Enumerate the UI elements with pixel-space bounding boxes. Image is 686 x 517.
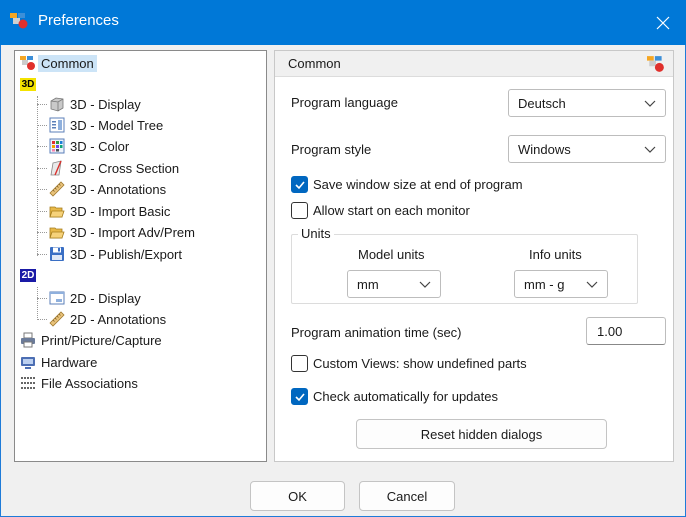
common-prefs-icon — [20, 55, 36, 71]
check-updates-checkbox[interactable]: Check automatically for updates — [291, 388, 498, 405]
tree-item-print-picture-capture[interactable]: Print/Picture/Capture — [20, 330, 162, 350]
tree-item-label: 3D - Model Tree — [70, 117, 164, 133]
file-associations-icon — [20, 375, 36, 391]
tree-item-3d[interactable]: 3D — [20, 74, 36, 94]
model-units-select[interactable]: mm — [347, 270, 441, 298]
tree-item-label: Common — [38, 54, 97, 72]
info-units-value: mm - g — [524, 277, 565, 292]
tree-item-label: 3D - Publish/Export — [70, 246, 182, 262]
folder-open-icon — [49, 203, 65, 219]
save-window-size-label: Save window size at end of program — [313, 177, 523, 192]
tree-item-3d-model-tree[interactable]: 3D - Model Tree — [49, 115, 163, 135]
panel-header: Common — [275, 51, 673, 77]
category-tree[interactable]: Common 3D 3D - Display 3D - Model Tree 3… — [14, 50, 267, 462]
tree-item-label: 3D - Color — [70, 138, 130, 154]
chevron-down-icon — [644, 100, 656, 107]
tree-item-label: 3D - Display — [70, 96, 141, 112]
checkbox-checked-icon — [291, 388, 308, 405]
tree-item-3d-import-basic[interactable]: 3D - Import Basic — [49, 201, 170, 221]
app-icon — [10, 12, 30, 30]
ok-button[interactable]: OK — [250, 481, 345, 511]
program-style-select[interactable]: Windows — [508, 135, 666, 163]
cube-icon — [49, 96, 65, 112]
custom-views-label: Custom Views: show undefined parts — [313, 356, 527, 371]
program-style-label: Program style — [291, 142, 372, 157]
hardware-icon — [20, 354, 36, 370]
2d-badge-icon: 2D — [20, 268, 36, 282]
program-style-value: Windows — [518, 142, 571, 157]
program-language-select[interactable]: Deutsch — [508, 89, 666, 117]
tree-item-label: 2D - Annotations — [70, 311, 167, 327]
close-icon — [656, 16, 670, 29]
tree-item-2d-annotations[interactable]: 2D - Annotations — [49, 309, 166, 329]
ruler-icon — [49, 181, 65, 197]
chevron-down-icon — [586, 281, 598, 288]
program-language-label: Program language — [291, 95, 398, 110]
animation-time-input[interactable]: 1.00 — [586, 317, 666, 345]
animation-time-value: 1.00 — [597, 324, 623, 339]
tree-item-label: 3D - Import Adv/Prem — [70, 224, 195, 240]
model-units-label: Model units — [358, 247, 425, 262]
tree-item-3d-import-adv-prem[interactable]: 3D - Import Adv/Prem — [49, 222, 195, 242]
chevron-down-icon — [644, 146, 656, 153]
checkbox-unchecked-icon — [291, 355, 308, 372]
tree-item-label: 2D - Display — [70, 290, 141, 306]
tree-item-2d[interactable]: 2D — [20, 265, 36, 285]
tree-item-file-associations[interactable]: File Associations — [20, 373, 138, 393]
tree-item-label: Hardware — [41, 354, 98, 370]
animation-time-label: Program animation time (sec) — [291, 325, 462, 340]
common-prefs-icon — [647, 55, 665, 73]
checkbox-checked-icon — [291, 176, 308, 193]
model-tree-icon — [49, 117, 65, 133]
tree-item-label: 3D - Cross Section — [70, 160, 180, 176]
tree-item-label: Print/Picture/Capture — [41, 332, 162, 348]
title-bar: Preferences — [0, 0, 686, 45]
tree-item-2d-display[interactable]: 2D - Display — [49, 288, 141, 308]
printer-icon — [20, 332, 36, 348]
folder-open-icon — [49, 224, 65, 240]
custom-views-checkbox[interactable]: Custom Views: show undefined parts — [291, 355, 527, 372]
info-units-label: Info units — [529, 247, 582, 262]
window-title: Preferences — [38, 12, 119, 29]
tree-item-label: File Associations — [41, 375, 138, 391]
cancel-button[interactable]: Cancel — [359, 481, 455, 511]
program-language-value: Deutsch — [518, 96, 566, 111]
panel-title: Common — [288, 56, 341, 71]
chevron-down-icon — [419, 281, 431, 288]
tree-item-3d-cross-section[interactable]: 3D - Cross Section — [49, 158, 179, 178]
save-window-size-checkbox[interactable]: Save window size at end of program — [291, 176, 523, 193]
reset-hidden-dialogs-button[interactable]: Reset hidden dialogs — [356, 419, 607, 449]
model-units-value: mm — [357, 277, 379, 292]
3d-badge-icon: 3D — [20, 77, 36, 91]
tree-item-3d-color[interactable]: 3D - Color — [49, 136, 129, 156]
tree-item-label: 3D - Annotations — [70, 181, 167, 197]
check-updates-label: Check automatically for updates — [313, 389, 498, 404]
units-group: Units Model units Info units mm mm - g — [291, 226, 638, 304]
info-units-select[interactable]: mm - g — [514, 270, 608, 298]
ruler-icon — [49, 311, 65, 327]
tree-item-common[interactable]: Common — [20, 53, 97, 73]
allow-start-monitor-label: Allow start on each monitor — [313, 203, 470, 218]
tree-item-3d-publish-export[interactable]: 3D - Publish/Export — [49, 244, 182, 264]
settings-panel: Common Program language Deutsch Program … — [274, 50, 674, 462]
close-button[interactable] — [640, 0, 686, 45]
tree-item-label: 3D - Import Basic — [70, 203, 171, 219]
tree-item-hardware[interactable]: Hardware — [20, 352, 97, 372]
cross-section-icon — [49, 160, 65, 176]
tree-item-3d-display[interactable]: 3D - Display — [49, 94, 141, 114]
checkbox-unchecked-icon — [291, 202, 308, 219]
allow-start-monitor-checkbox[interactable]: Allow start on each monitor — [291, 202, 470, 219]
window-icon — [49, 290, 65, 306]
color-palette-icon — [49, 138, 65, 154]
floppy-disk-icon — [49, 246, 65, 262]
tree-item-3d-annotations[interactable]: 3D - Annotations — [49, 179, 166, 199]
units-group-title: Units — [298, 226, 334, 241]
